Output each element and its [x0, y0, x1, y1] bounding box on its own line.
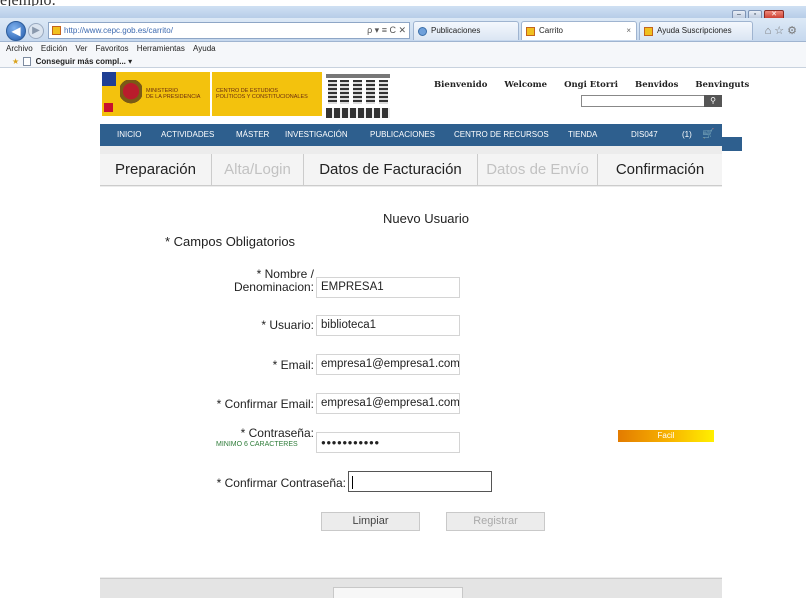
favorites-bar: ★ Conseguir más compl... ▾: [0, 55, 806, 68]
menu-ayuda[interactable]: Ayuda: [193, 44, 216, 53]
nav-inicio[interactable]: INICIO: [117, 124, 141, 146]
tab-publicaciones[interactable]: Publicaciones: [413, 21, 519, 40]
confirm-email-field[interactable]: empresa1@empresa1.com: [316, 393, 460, 414]
checkout-steps: Preparación Alta/Login Datos de Facturac…: [100, 154, 722, 186]
language-links: Bienvenido Welcome Ongi Etorri Benvidos …: [434, 80, 763, 90]
browser-menubar: Archivo Edición Ver Favoritos Herramient…: [0, 42, 806, 55]
lang-benvinguts[interactable]: Benvinguts: [695, 80, 749, 90]
tab-label: Publicaciones: [431, 26, 481, 35]
coat-of-arms-icon: [120, 80, 142, 108]
step-alta-login: Alta/Login: [212, 154, 304, 186]
browser-titlebar: – ▫ ✕: [0, 6, 806, 20]
menu-herramientas[interactable]: Herramientas: [137, 44, 185, 53]
password-field[interactable]: ●●●●●●●●●●●: [316, 432, 460, 453]
nombre-field[interactable]: EMPRESA1: [316, 277, 460, 298]
password-hint: MINIMO 6 CARACTERES: [216, 441, 298, 448]
lang-benvidos[interactable]: Benvidos: [635, 80, 678, 90]
step-preparacion[interactable]: Preparación: [100, 154, 212, 186]
nombre-label-line2: Denominacion:: [233, 280, 314, 294]
confirm-password-label: * Confirmar Contraseña:: [216, 476, 346, 490]
menu-archivo[interactable]: Archivo: [6, 44, 33, 53]
cepc-logo-text: CENTRO DE ESTUDIOS POLÍTICOS Y CONSTITUC…: [216, 88, 308, 100]
password-label: * Contraseña:: [240, 426, 314, 440]
ministerio-logo[interactable]: MINISTERIO DE LA PRESIDENCIA: [102, 72, 210, 116]
usuario-label: * Usuario:: [261, 318, 314, 332]
tab-ayuda-suscripciones[interactable]: Ayuda Suscripciones: [639, 21, 753, 40]
address-url: http://www.cepc.gob.es/carrito/: [64, 26, 173, 35]
step-datos-envio: Datos de Envío: [478, 154, 598, 186]
ie-tab-icon: [418, 27, 427, 36]
home-star-gear-icons[interactable]: ⌂☆⚙: [765, 24, 800, 37]
form-title: Nuevo Usuario: [383, 211, 469, 226]
confirm-email-label: * Confirmar Email:: [216, 397, 314, 411]
ministerio-logo-text: MINISTERIO DE LA PRESIDENCIA: [146, 88, 201, 100]
password-strength-meter: Facil: [618, 430, 714, 442]
page-icon: [23, 57, 32, 67]
register-button[interactable]: Registrar: [446, 512, 545, 531]
lang-ongi-etorri[interactable]: Ongi Etorri: [564, 80, 618, 90]
tab-label: Carrito: [539, 26, 564, 35]
forward-arrow-icon[interactable]: ▶: [28, 23, 44, 39]
text-caret: [352, 476, 353, 489]
nombre-label-line1: * Nombre /: [256, 267, 314, 281]
user-link[interactable]: DIS047: [631, 124, 658, 146]
lang-welcome[interactable]: Welcome: [504, 80, 547, 90]
site-tab-icon: [526, 27, 535, 36]
confirm-password-field[interactable]: [348, 471, 492, 492]
tab-carrito[interactable]: Carrito ×: [521, 21, 637, 40]
search-icon[interactable]: ⚲: [704, 95, 722, 107]
site-search-input[interactable]: [581, 95, 706, 107]
address-tools-icons[interactable]: ρ ▾ ≡ C ✕: [367, 23, 406, 38]
step-datos-facturacion[interactable]: Datos de Facturación: [304, 154, 478, 186]
required-fields-note: * Campos Obligatorios: [165, 234, 296, 249]
favorite-item[interactable]: Conseguir más compl...: [36, 57, 126, 66]
chevron-down-icon[interactable]: ▾: [128, 57, 132, 66]
address-bar[interactable]: http://www.cepc.gob.es/carrito/ ρ ▾ ≡ C …: [48, 22, 410, 39]
menu-edicion[interactable]: Edición: [41, 44, 67, 53]
main-navigation: INICIO ACTIVIDADES MÁSTER INVESTIGACIÓN …: [100, 124, 722, 146]
cart-count[interactable]: (1): [682, 124, 692, 146]
building-logo-icon: [326, 74, 390, 118]
checkout-footer: [100, 578, 722, 598]
site-header: MINISTERIO DE LA PRESIDENCIA CENTRO DE E…: [100, 70, 749, 122]
nav-publicaciones[interactable]: PUBLICACIONES: [370, 124, 435, 146]
email-field[interactable]: empresa1@empresa1.com: [316, 354, 460, 375]
browser-navbar: ◀ ▶ http://www.cepc.gob.es/carrito/ ρ ▾ …: [0, 18, 806, 42]
menu-favoritos[interactable]: Favoritos: [96, 44, 129, 53]
site-tab-icon: [644, 27, 653, 36]
favorites-star-icon[interactable]: ★: [12, 57, 19, 66]
back-arrow-icon[interactable]: ◀: [6, 21, 26, 41]
nav-master[interactable]: MÁSTER: [236, 124, 269, 146]
usuario-field[interactable]: biblioteca1: [316, 315, 460, 336]
tab-close-icon[interactable]: ×: [626, 22, 631, 40]
nav-investigacion[interactable]: INVESTIGACIÓN: [285, 124, 348, 146]
clear-button[interactable]: Limpiar: [321, 512, 420, 531]
lang-bienvenido[interactable]: Bienvenido: [434, 80, 487, 90]
tab-label: Ayuda Suscripciones: [657, 26, 732, 35]
cepc-logo[interactable]: CENTRO DE ESTUDIOS POLÍTICOS Y CONSTITUC…: [212, 72, 322, 116]
email-label: * Email:: [272, 358, 314, 372]
footer-button[interactable]: [333, 587, 463, 598]
nav-tienda[interactable]: TIENDA: [568, 124, 597, 146]
nav-centro-de-recursos[interactable]: CENTRO DE RECURSOS: [454, 124, 549, 146]
eu-flag-icon: [102, 72, 116, 86]
nav-actividades[interactable]: ACTIVIDADES: [161, 124, 214, 146]
step-confirmacion[interactable]: Confirmación: [598, 154, 722, 186]
menu-ver[interactable]: Ver: [75, 44, 87, 53]
site-favicon-icon: [52, 26, 61, 35]
